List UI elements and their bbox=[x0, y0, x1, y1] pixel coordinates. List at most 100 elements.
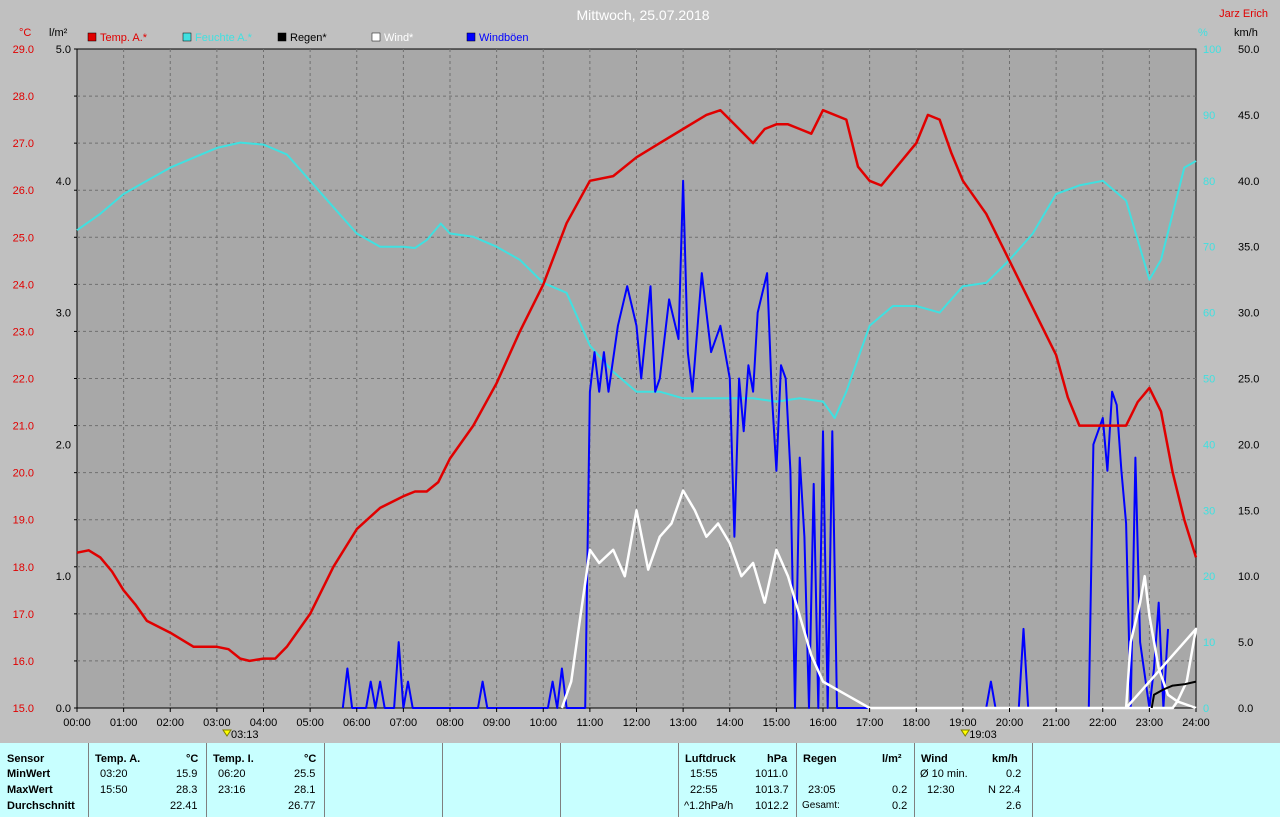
tempA-unit: °C bbox=[186, 753, 199, 765]
row-label-min: MinWert bbox=[7, 768, 51, 780]
legend: Temp. A.* Feuchte A.* Regen* Wind* Windböen bbox=[87, 32, 529, 44]
rain-tick-label: 3.0 bbox=[56, 308, 71, 320]
wind-header: Wind bbox=[921, 753, 948, 765]
time-tick-label: 23:00 bbox=[1136, 717, 1164, 729]
legend-label: Feuchte A.* bbox=[195, 32, 253, 44]
tempA-max-time: 15:50 bbox=[100, 784, 128, 796]
tempI-avg: 26.77 bbox=[288, 800, 316, 812]
time-tick-label: 19:00 bbox=[949, 717, 977, 729]
time-tick-label: 21:00 bbox=[1042, 717, 1070, 729]
legend-swatch bbox=[182, 32, 192, 42]
temp-tick-label: 17.0 bbox=[13, 609, 34, 621]
rain-total-val: 0.2 bbox=[892, 800, 908, 812]
rain-tick-label: 0.0 bbox=[56, 703, 71, 715]
weather-chart: 29.0 28.0 27.0 26.0 25.0 24.0 23.0 22.0 21.0 20.0… bbox=[13, 7, 1268, 741]
tempI-header: Temp. I. bbox=[213, 753, 254, 765]
pressure-min-time: 15:55 bbox=[690, 768, 718, 780]
wind-tick-label: 25.0 bbox=[1238, 374, 1259, 386]
time-tick-label: 11:00 bbox=[577, 717, 604, 729]
rain-tick-label: 4.0 bbox=[56, 176, 71, 188]
rain-tick-label: 2.0 bbox=[56, 439, 71, 451]
rain-total-label: Gesamt: bbox=[802, 800, 840, 811]
wind-max-val: N 22.4 bbox=[988, 784, 1021, 796]
time-tick-label: 15:00 bbox=[763, 717, 791, 729]
temp-tick-label: 19.0 bbox=[13, 515, 34, 527]
legend-label: Temp. A.* bbox=[100, 32, 148, 44]
wind-avg-val: 0.2 bbox=[1006, 768, 1022, 780]
humidity-tick-label: 80 bbox=[1203, 176, 1215, 188]
time-tick-label: 07:00 bbox=[390, 717, 418, 729]
wind-avg-label: Ø 10 min. bbox=[920, 768, 968, 780]
wind-tick-label: 30.0 bbox=[1238, 308, 1259, 320]
humidity-tick-label: 70 bbox=[1203, 242, 1215, 254]
rain-unit-label: l/m² bbox=[49, 27, 68, 39]
time-tick-label: 22:00 bbox=[1089, 717, 1117, 729]
wind-tick-label: 35.0 bbox=[1238, 242, 1259, 254]
temp-tick-label: 29.0 bbox=[13, 44, 34, 56]
time-tick-label: 24:00 bbox=[1182, 717, 1210, 729]
wind-tick-label: 50.0 bbox=[1238, 44, 1259, 56]
wind-tick-label: 45.0 bbox=[1238, 110, 1259, 122]
temp-tick-label: 15.0 bbox=[13, 703, 34, 715]
tempA-header: Temp. A. bbox=[95, 753, 141, 765]
temp-tick-label: 16.0 bbox=[13, 656, 34, 668]
time-tick-label: 16:00 bbox=[809, 717, 837, 729]
wind-max-time: 12:30 bbox=[927, 784, 955, 796]
humidity-tick-label: 30 bbox=[1203, 505, 1215, 517]
sunrise-time-label: 03:13 bbox=[231, 729, 259, 741]
temp-tick-label: 21.0 bbox=[13, 421, 34, 433]
pressure-trend-label: ^1.2hPa/h bbox=[684, 800, 734, 812]
time-tick-label: 08:00 bbox=[436, 717, 464, 729]
legend-label: Wind* bbox=[384, 32, 414, 44]
wind-unit-label: km/h bbox=[1234, 27, 1258, 39]
wind-day-avg: 2.6 bbox=[1006, 800, 1022, 812]
temp-unit-label: °C bbox=[19, 27, 31, 39]
tempI-unit: °C bbox=[304, 753, 317, 765]
pressure-unit: hPa bbox=[767, 753, 788, 765]
temp-tick-label: 25.0 bbox=[13, 232, 34, 244]
temp-tick-label: 23.0 bbox=[13, 326, 34, 338]
time-tick-label: 13:00 bbox=[669, 717, 697, 729]
temp-tick-label: 27.0 bbox=[13, 138, 34, 150]
humidity-tick-label: 60 bbox=[1203, 308, 1215, 320]
time-tick-label: 00:00 bbox=[63, 717, 91, 729]
pressure-trend-val: 1012.2 bbox=[755, 800, 789, 812]
tempI-max-time: 23:16 bbox=[218, 784, 246, 796]
time-tick-label: 09:00 bbox=[483, 717, 511, 729]
stats-table: Sensor MinWert MaxWert Durchschnitt Temp… bbox=[0, 743, 1280, 817]
row-label-avg: Durchschnitt bbox=[7, 800, 75, 812]
sunset-icon bbox=[960, 729, 971, 737]
author-label: Jarz Erich bbox=[1219, 8, 1268, 20]
pressure-header: Luftdruck bbox=[685, 753, 736, 765]
time-tick-label: 12:00 bbox=[623, 717, 651, 729]
humidity-tick-label: 0 bbox=[1203, 703, 1209, 715]
wind-tick-label: 15.0 bbox=[1238, 505, 1259, 517]
wind-tick-label: 10.0 bbox=[1238, 571, 1259, 583]
rain-unit: l/m² bbox=[882, 753, 902, 765]
time-tick-label: 05:00 bbox=[296, 717, 324, 729]
tempI-max-val: 28.1 bbox=[294, 784, 316, 796]
pressure-max-val: 1013.7 bbox=[755, 784, 789, 796]
temp-tick-label: 26.0 bbox=[13, 185, 34, 197]
legend-label: Windböen bbox=[479, 32, 529, 44]
tempA-avg: 22.41 bbox=[170, 800, 198, 812]
tempA-min-val: 15.9 bbox=[176, 768, 198, 780]
tempI-min-time: 06:20 bbox=[218, 768, 246, 780]
time-tick-label: 04:00 bbox=[250, 717, 278, 729]
time-tick-label: 20:00 bbox=[996, 717, 1024, 729]
humidity-tick-label: 40 bbox=[1203, 439, 1215, 451]
rain-tick-label: 5.0 bbox=[56, 44, 71, 56]
temp-tick-label: 18.0 bbox=[13, 562, 34, 574]
time-tick-label: 03:00 bbox=[203, 717, 231, 729]
time-tick-label: 14:00 bbox=[716, 717, 744, 729]
row-label-max: MaxWert bbox=[7, 784, 53, 796]
wind-tick-label: 20.0 bbox=[1238, 439, 1259, 451]
rain-header: Regen bbox=[803, 753, 837, 765]
temp-tick-label: 20.0 bbox=[13, 468, 34, 480]
tempI-min-val: 25.5 bbox=[294, 768, 316, 780]
wind-unit: km/h bbox=[992, 753, 1018, 765]
rain-tick-label: 1.0 bbox=[56, 571, 71, 583]
humidity-tick-label: 90 bbox=[1203, 110, 1215, 122]
wind-tick-label: 0.0 bbox=[1238, 703, 1253, 715]
legend-swatch bbox=[466, 32, 476, 42]
